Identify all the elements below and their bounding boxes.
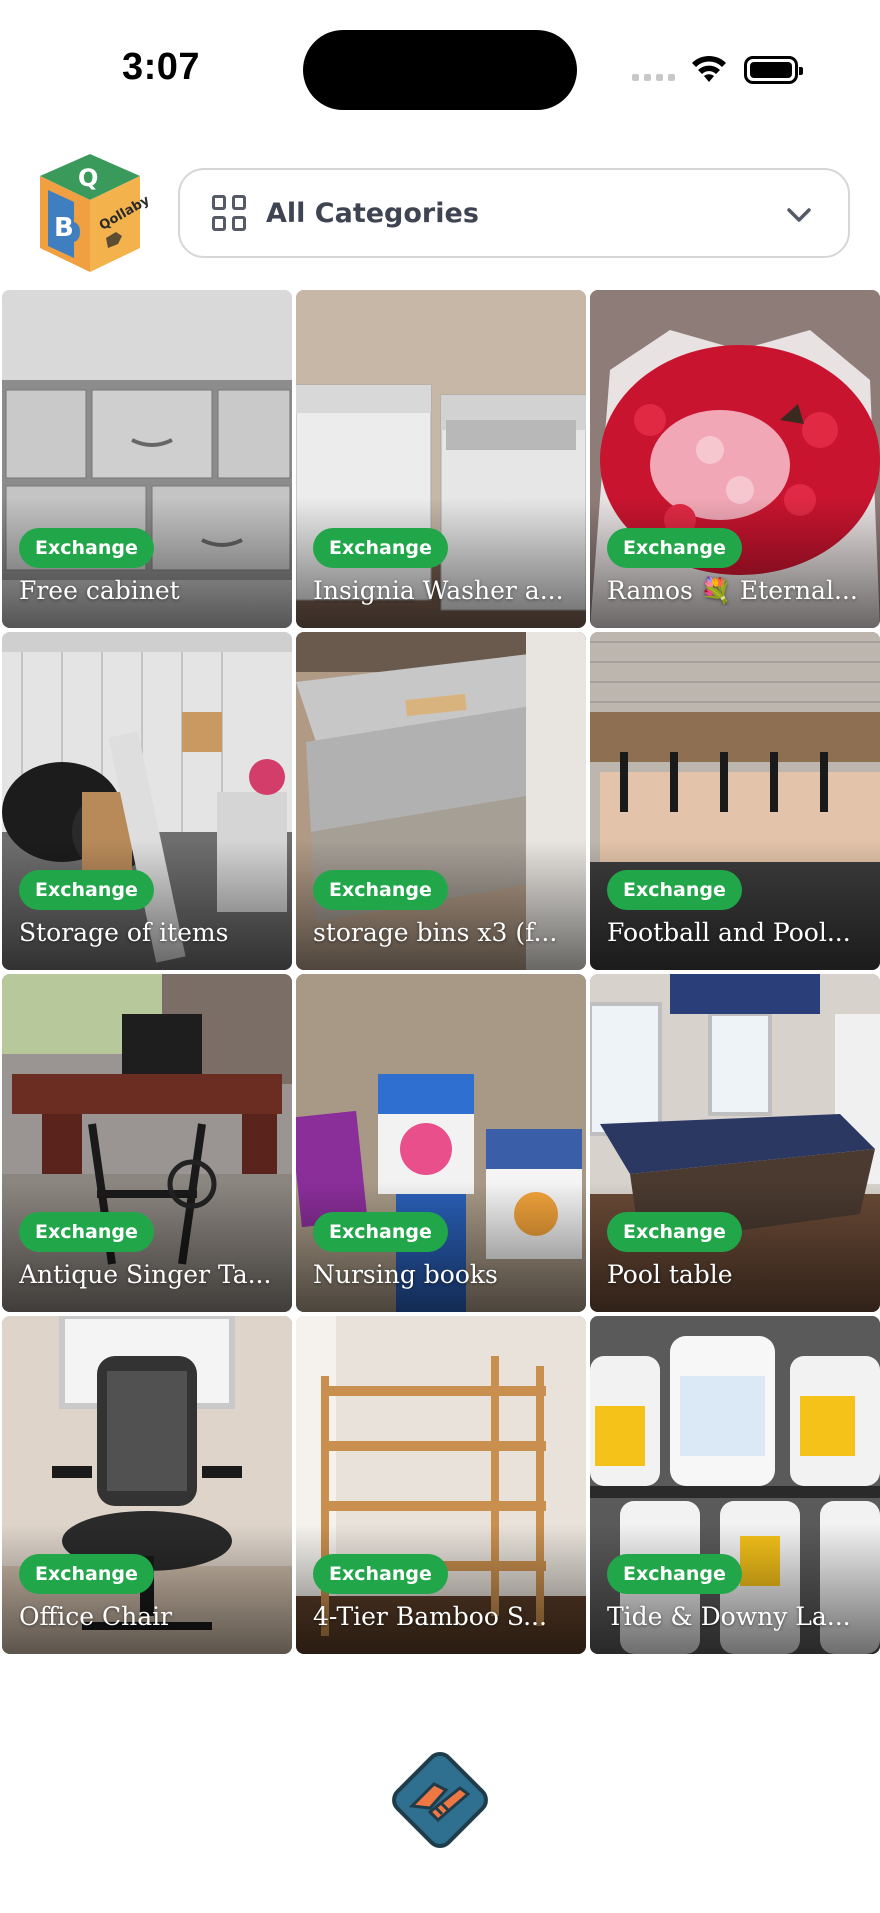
listing-card[interactable]: Exchange Nursing books [296, 974, 586, 1312]
listing-card[interactable]: Exchange Free cabinet [2, 290, 292, 628]
cellular-signal-icon [632, 74, 675, 81]
listing-card[interactable]: Exchange Insignia Washer a... [296, 290, 586, 628]
listing-card[interactable]: Exchange Football and Pool... [590, 632, 880, 970]
exchange-badge: Exchange [607, 870, 742, 910]
exchange-badge: Exchange [313, 1554, 448, 1594]
svg-text:Q: Q [78, 164, 98, 192]
grid-icon [212, 195, 248, 231]
wifi-icon [692, 55, 726, 82]
svg-text:B: B [54, 213, 74, 243]
listing-title: 4-Tier Bamboo S... [313, 1602, 547, 1631]
exchange-badge: Exchange [607, 1554, 742, 1594]
exchange-badge: Exchange [19, 1554, 154, 1594]
chevron-down-icon [787, 208, 811, 222]
battery-icon [744, 56, 803, 84]
listing-title: Insignia Washer a... [313, 576, 564, 605]
listing-title: Office Chair [19, 1602, 173, 1631]
category-dropdown[interactable]: All Categories [178, 168, 850, 258]
exchange-badge: Exchange [19, 870, 154, 910]
listing-card[interactable]: Exchange 4-Tier Bamboo S... [296, 1316, 586, 1654]
listing-card[interactable]: Exchange Antique Singer Ta... [2, 974, 292, 1312]
listing-title: Storage of items [19, 918, 229, 947]
listing-card[interactable]: Exchange Storage of items [2, 632, 292, 970]
listing-title: Tide & Downy La... [607, 1602, 851, 1631]
listing-title: Ramos 💐 Eternal... [607, 576, 858, 605]
exchange-badge: Exchange [313, 1212, 448, 1252]
status-time: 3:07 [122, 46, 201, 88]
exchange-badge: Exchange [313, 528, 448, 568]
status-bar: 3:07 [0, 0, 880, 140]
handshake-icon[interactable] [390, 1750, 490, 1850]
listing-card[interactable]: Exchange Pool table [590, 974, 880, 1312]
listing-title: Pool table [607, 1260, 733, 1289]
exchange-badge: Exchange [313, 870, 448, 910]
listing-title: Nursing books [313, 1260, 498, 1289]
listings-grid: Exchange Free cabinet Exchange Insignia … [2, 290, 880, 1654]
listing-title: Antique Singer Ta... [19, 1260, 272, 1289]
listing-card[interactable]: Exchange Ramos 💐 Eternal... [590, 290, 880, 628]
category-label: All Categories [266, 197, 479, 229]
listing-card[interactable]: Exchange storage bins x3 (f... [296, 632, 586, 970]
exchange-badge: Exchange [19, 528, 154, 568]
exchange-badge: Exchange [607, 1212, 742, 1252]
listing-card[interactable]: Exchange Office Chair [2, 1316, 292, 1654]
listing-title: Football and Pool... [607, 918, 851, 947]
exchange-badge: Exchange [19, 1212, 154, 1252]
listing-card[interactable]: Exchange Tide & Downy La... [590, 1316, 880, 1654]
dynamic-island [303, 30, 577, 110]
qollaby-logo[interactable]: B Q Qollaby [28, 150, 152, 278]
listing-title: Free cabinet [19, 576, 180, 605]
exchange-badge: Exchange [607, 528, 742, 568]
listing-title: storage bins x3 (f... [313, 918, 558, 947]
